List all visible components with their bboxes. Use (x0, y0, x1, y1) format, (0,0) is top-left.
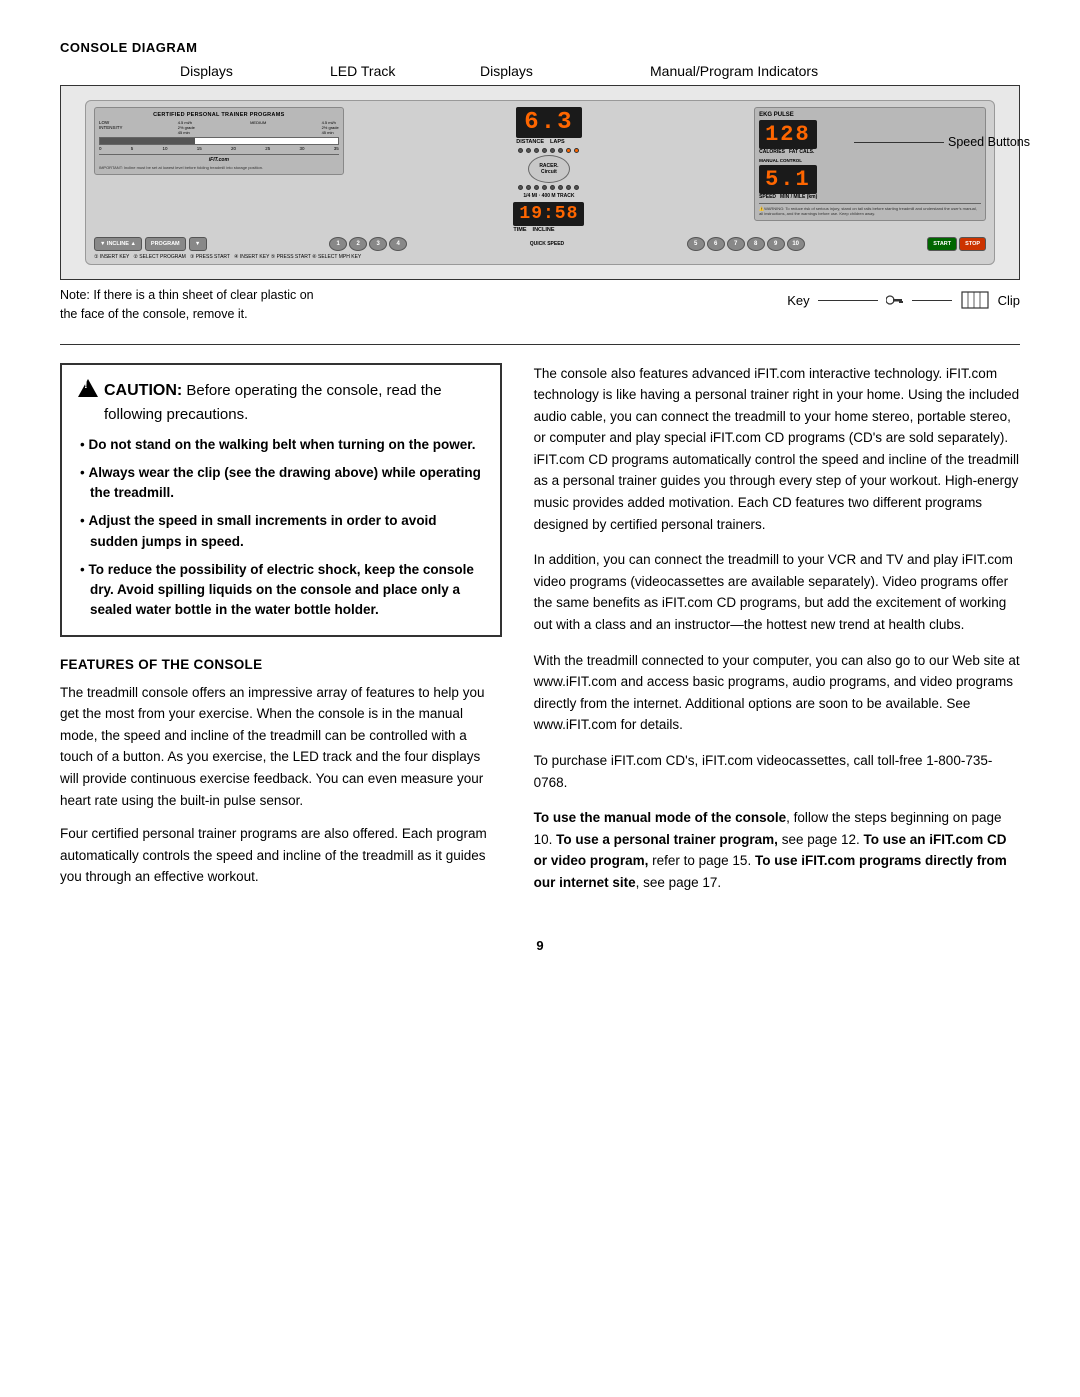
display-time: 19:58 (513, 202, 584, 226)
text2: see page 12. (778, 832, 864, 847)
caution-header-text: CAUTION: Before operating the console, r… (104, 379, 484, 427)
key-clip-row: Key Clip (787, 290, 1020, 310)
right-paragraph2: In addition, you can connect the treadmi… (534, 549, 1020, 635)
bold1: To use the manual mode of the console (534, 810, 787, 825)
display-speed: 5.1 (759, 165, 817, 194)
incline-label: INCLINE (533, 227, 555, 233)
btn-3[interactable]: 3 (369, 237, 387, 251)
btn-10[interactable]: 10 (787, 237, 805, 251)
program-button[interactable]: PROGRAM (145, 237, 186, 251)
clip-label: Clip (998, 293, 1020, 308)
btn-8[interactable]: 8 (747, 237, 765, 251)
label-displays1: Displays (180, 63, 233, 79)
quick-speed-buttons: 5 6 7 8 9 10 (687, 237, 805, 251)
display-large1: 6.3 (516, 107, 581, 138)
number-buttons: 1 2 3 4 (329, 237, 407, 251)
start-button[interactable]: START (927, 237, 957, 251)
display-calories: 128 (759, 120, 817, 149)
features-title: FEATURES OF THE CONSOLE (60, 657, 502, 672)
caution-item-3: • Adjust the speed in small increments i… (78, 511, 484, 552)
diagram-annotations: Note: If there is a thin sheet of clear … (60, 286, 1020, 324)
panel-display-center: 6.3 DISTANCE LAPS (353, 107, 746, 233)
console-diagram-section: CONSOLE DIAGRAM Displays LED Track Displ… (60, 40, 1020, 324)
console-note: Note: If there is a thin sheet of clear … (60, 286, 320, 324)
caution-item-2-text: Always wear the clip (see the drawing ab… (88, 465, 480, 500)
right-column: The console also features advanced iFIT.… (534, 363, 1020, 908)
led-track-bottom (518, 185, 579, 190)
panel-top-row: CERTIFIED PERSONAL TRAINER PROGRAMS LOWI… (94, 107, 986, 233)
speed-annotation: Speed Buttons (854, 135, 1030, 149)
btn-4[interactable]: 4 (389, 237, 407, 251)
panel-right: EKG PULSE 128 CALORIESFAT CALS. MANUAL C… (754, 107, 986, 221)
console-image: CERTIFIED PERSONAL TRAINER PROGRAMS LOWI… (60, 85, 1020, 280)
btn-2[interactable]: 2 (349, 237, 367, 251)
intensity-bar (99, 137, 339, 145)
led-track-top (518, 148, 579, 153)
caution-item-2: • Always wear the clip (see the drawing … (78, 463, 484, 504)
distance-label: DISTANCE (516, 139, 544, 145)
panel-bottom-row: ▼ INCLINE ▲ PROGRAM ▼ 1 2 3 4 QUICK SPEE… (94, 237, 986, 251)
btn-9[interactable]: 9 (767, 237, 785, 251)
main-content: CAUTION: Before operating the console, r… (60, 363, 1020, 908)
speed-down-button[interactable]: ▼ (189, 237, 207, 251)
connector-line (912, 300, 952, 301)
time-label: TIME (513, 227, 526, 233)
clip-icon (960, 290, 990, 310)
caution-box: CAUTION: Before operating the console, r… (60, 363, 502, 637)
btn-6[interactable]: 6 (707, 237, 725, 251)
stop-button[interactable]: STOP (959, 237, 986, 251)
laps-label: LAPS (550, 139, 565, 145)
label-displays2: Displays (480, 63, 533, 79)
speed-buttons-label: Speed Buttons (948, 135, 1030, 149)
console-panel: CERTIFIED PERSONAL TRAINER PROGRAMS LOWI… (85, 100, 995, 264)
right-paragraph1: The console also features advanced iFIT.… (534, 363, 1020, 536)
text4: , see page 17. (636, 875, 722, 890)
caution-item-1: • Do not stand on the walking belt when … (78, 435, 484, 455)
section-divider (60, 344, 1020, 345)
right-paragraph3: With the treadmill connected to your com… (534, 650, 1020, 736)
key-dash-line (818, 300, 878, 301)
caution-triangle-icon (78, 379, 98, 397)
ekg-label: EKG PULSE (759, 112, 981, 118)
start-stop-buttons: START STOP (927, 237, 986, 251)
btn-1[interactable]: 1 (329, 237, 347, 251)
console-inner: CERTIFIED PERSONAL TRAINER PROGRAMS LOWI… (61, 86, 1019, 279)
console-note-text: Note: If there is a thin sheet of clear … (60, 288, 314, 321)
features-paragraph1: The treadmill console offers an impressi… (60, 682, 502, 812)
console-diagram-title: CONSOLE DIAGRAM (60, 40, 1020, 55)
key-label: Key (787, 293, 809, 308)
features-paragraph2: Four certified personal trainer programs… (60, 823, 502, 888)
key-clip-annotation: Key Clip (787, 286, 1020, 324)
quick-speed-label: QUICK SPEED (530, 241, 564, 247)
caution-item-3-text: Adjust the speed in small increments in … (88, 513, 436, 548)
incline-down-button[interactable]: ▼ INCLINE ▲ (94, 237, 142, 251)
right-paragraph4: To purchase iFIT.com CD's, iFIT.com vide… (534, 750, 1020, 793)
caution-header: CAUTION: Before operating the console, r… (78, 379, 484, 427)
panel-left: CERTIFIED PERSONAL TRAINER PROGRAMS LOWI… (94, 107, 344, 175)
label-led-track: LED Track (330, 63, 395, 79)
certified-trainer-label: CERTIFIED PERSONAL TRAINER PROGRAMS (99, 112, 339, 118)
incline-program-row: ▼ INCLINE ▲ PROGRAM ▼ (94, 237, 207, 251)
caution-title: CAUTION: (104, 382, 182, 399)
caution-item-1-text: Do not stand on the walking belt when tu… (88, 437, 475, 452)
label-manual-program: Manual/Program Indicators (650, 63, 818, 79)
btn-7[interactable]: 7 (727, 237, 745, 251)
caution-item-4-text: To reduce the possibility of electric sh… (88, 562, 473, 618)
key-icon (886, 293, 904, 307)
bold2: To use a personal trainer program, (556, 832, 778, 847)
left-column: CAUTION: Before operating the console, r… (60, 363, 502, 908)
intensity-labels: 05101520253035 (99, 146, 339, 151)
caution-item-4: • To reduce the possibility of electric … (78, 560, 484, 621)
diagram-top-labels: Displays LED Track Displays Manual/Progr… (60, 63, 1020, 85)
racer-circuit: RACER.Circuit (528, 155, 570, 183)
console-box-wrapper: CERTIFIED PERSONAL TRAINER PROGRAMS LOWI… (60, 85, 1020, 280)
text3: refer to page 15. (648, 853, 755, 868)
btn-5[interactable]: 5 (687, 237, 705, 251)
page-number: 9 (60, 938, 1020, 953)
bottom-labels-row: ① INSERT KEY ② SELECT PROGRAM ③ PRESS ST… (94, 254, 986, 260)
right-paragraph5: To use the manual mode of the console, f… (534, 807, 1020, 893)
